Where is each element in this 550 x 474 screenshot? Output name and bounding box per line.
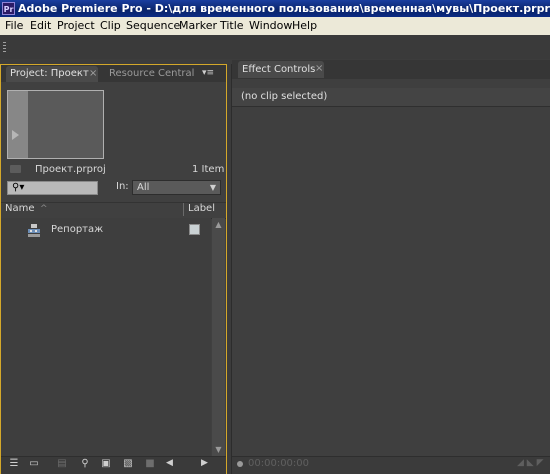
toolbar-grip-handle[interactable] xyxy=(3,42,6,52)
list-item-name[interactable]: Репортаж xyxy=(51,224,103,235)
project-file-name: Проект.prproj xyxy=(35,164,106,175)
menu-sequence[interactable]: Sequence xyxy=(126,19,180,32)
scroll-right-icon[interactable]: ▶ xyxy=(201,458,208,468)
column-header-name[interactable]: Name xyxy=(5,203,35,214)
project-items-list xyxy=(1,218,211,458)
icon-view-icon[interactable]: ▭ xyxy=(28,458,40,470)
toolbar-strip xyxy=(0,35,550,59)
tab-effect-controls-label: Effect Controls xyxy=(242,64,316,75)
play-icon[interactable] xyxy=(12,130,19,140)
menu-window[interactable]: Window xyxy=(249,19,292,32)
menu-edit[interactable]: Edit xyxy=(30,19,51,32)
premiere-app-icon: Pr xyxy=(2,2,15,15)
menu-project[interactable]: Project xyxy=(57,19,95,32)
menu-help[interactable]: Help xyxy=(292,19,317,32)
tab-resource-central[interactable]: Resource Central xyxy=(109,66,199,82)
find-icon[interactable]: ⚲ xyxy=(79,458,91,470)
window-title: Adobe Premiere Pro - D:\для временного п… xyxy=(18,2,550,15)
menu-file[interactable]: File xyxy=(5,19,23,32)
label-color-swatch[interactable] xyxy=(189,224,200,235)
sequence-icon xyxy=(28,224,40,237)
scroll-down-icon[interactable]: ▼ xyxy=(212,443,225,456)
close-icon[interactable]: × xyxy=(315,61,323,77)
column-header-label[interactable]: Label xyxy=(188,203,215,214)
no-clip-message: (no clip selected) xyxy=(241,91,328,102)
timecode-indicator-icon xyxy=(237,461,243,467)
menu-bar: File Edit Project Clip Sequence Marker T… xyxy=(0,17,550,35)
folder-icon xyxy=(10,165,21,173)
menu-title[interactable]: Title xyxy=(220,19,244,32)
clear-icon[interactable]: ■ xyxy=(144,458,156,470)
list-view-icon[interactable]: ☰ xyxy=(8,458,20,470)
tab-project[interactable]: Project: Проект × xyxy=(6,66,98,82)
thumbnail-poster-strip xyxy=(8,91,28,158)
timecode-display[interactable]: 00:00:00:00 xyxy=(248,458,309,469)
effect-controls-panel xyxy=(231,64,550,474)
chevron-down-icon: ▼ xyxy=(209,183,216,192)
new-item-icon[interactable]: ▧ xyxy=(122,458,134,470)
in-filter-select[interactable]: All ▼ xyxy=(132,180,221,195)
title-bar: Pr Adobe Premiere Pro - D:\для временног… xyxy=(0,0,550,17)
menu-marker[interactable]: Marker xyxy=(179,19,217,32)
zoom-controls-icon[interactable]: ◢ ◣ ◤ xyxy=(517,458,544,468)
column-divider[interactable] xyxy=(183,203,184,216)
tab-project-label: Project: Проект xyxy=(10,68,89,79)
thumbnail-image xyxy=(28,91,103,158)
new-bin-icon[interactable]: ▣ xyxy=(100,458,112,470)
scroll-up-icon[interactable]: ▲ xyxy=(212,218,225,231)
item-count: 1 Item xyxy=(192,164,225,175)
tab-effect-controls[interactable]: Effect Controls × xyxy=(238,61,324,78)
in-label: In: xyxy=(116,181,129,192)
close-icon[interactable]: × xyxy=(89,66,97,82)
search-icon[interactable]: ⚲▾ xyxy=(12,182,24,194)
in-filter-value: All xyxy=(137,182,150,193)
scroll-left-icon[interactable]: ◀ xyxy=(166,458,173,468)
sort-indicator-icon: ^ xyxy=(40,204,48,214)
menu-clip[interactable]: Clip xyxy=(100,19,121,32)
vertical-scrollbar[interactable] xyxy=(212,218,225,458)
automate-to-sequence-icon[interactable]: ▤ xyxy=(56,458,68,470)
panel-menu-icon[interactable]: ▾≡ xyxy=(198,67,218,80)
